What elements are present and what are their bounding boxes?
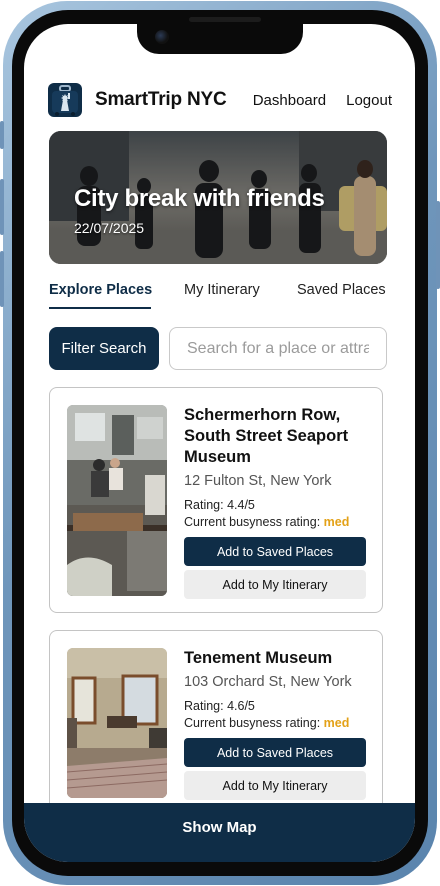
busyness-label: Current busyness rating:	[184, 515, 321, 529]
tenement-room-image	[67, 648, 167, 798]
place-name[interactable]: Tenement Museum	[184, 648, 366, 669]
add-to-saved-places-button[interactable]: Add to Saved Places	[184, 537, 366, 566]
camera	[155, 30, 169, 44]
place-address: 103 Orchard St, New York	[184, 674, 352, 690]
app-header: SmartTrip NYC Dashboard Logout	[48, 81, 392, 119]
busyness-value: med	[323, 515, 350, 529]
busyness-value: med	[323, 716, 350, 730]
app-title: SmartTrip NYC	[95, 89, 227, 110]
nav-dashboard-link[interactable]: Dashboard	[253, 92, 326, 109]
notch	[137, 17, 303, 54]
search-input[interactable]	[169, 327, 387, 370]
speaker	[189, 17, 261, 22]
tab-explore-places[interactable]: Explore Places	[49, 282, 152, 298]
place-rating: Rating: 4.6/5	[184, 699, 255, 713]
museum-interior-image	[67, 405, 167, 596]
volume-down-button	[0, 251, 4, 307]
show-map-button[interactable]: Show Map	[24, 803, 415, 862]
statue-of-liberty-icon	[52, 85, 78, 116]
side-button	[0, 121, 4, 149]
filter-search-button[interactable]: Filter Search	[49, 327, 159, 370]
place-card: Schermerhorn Row, South Street Seaport M…	[49, 387, 383, 613]
trip-hero-banner: City break with friends 22/07/2025	[49, 131, 387, 264]
active-tab-indicator	[49, 307, 151, 309]
place-details: Schermerhorn Row, South Street Seaport M…	[184, 405, 366, 599]
top-nav: Dashboard Logout	[253, 92, 392, 109]
suitcase-logo-icon[interactable]	[48, 83, 82, 117]
place-photo	[67, 405, 167, 596]
tab-saved-places[interactable]: Saved Places	[297, 282, 386, 298]
place-photo	[67, 648, 167, 798]
busyness-row: Current busyness rating: med	[184, 513, 366, 531]
tab-bar: Explore Places My Itinerary Saved Places	[49, 282, 392, 310]
add-to-saved-places-button[interactable]: Add to Saved Places	[184, 738, 366, 767]
trip-date: 22/07/2025	[74, 220, 145, 236]
tab-my-itinerary[interactable]: My Itinerary	[184, 282, 260, 298]
trip-title: City break with friends	[74, 185, 325, 212]
add-to-itinerary-button[interactable]: Add to My Itinerary	[184, 570, 366, 599]
place-rating: Rating: 4.4/5	[184, 498, 255, 512]
place-name[interactable]: Schermerhorn Row, South Street Seaport M…	[184, 405, 366, 468]
busyness-row: Current busyness rating: med	[184, 714, 366, 732]
add-to-itinerary-button[interactable]: Add to My Itinerary	[184, 771, 366, 800]
app-screen: SmartTrip NYC Dashboard Logout City brea…	[24, 24, 415, 862]
power-button	[436, 201, 440, 289]
place-address: 12 Fulton St, New York	[184, 473, 332, 489]
place-details: Tenement Museum 103 Orchard St, New York…	[184, 648, 366, 800]
busyness-label: Current busyness rating:	[184, 716, 321, 730]
volume-up-button	[0, 179, 4, 235]
nav-logout-link[interactable]: Logout	[346, 92, 392, 109]
